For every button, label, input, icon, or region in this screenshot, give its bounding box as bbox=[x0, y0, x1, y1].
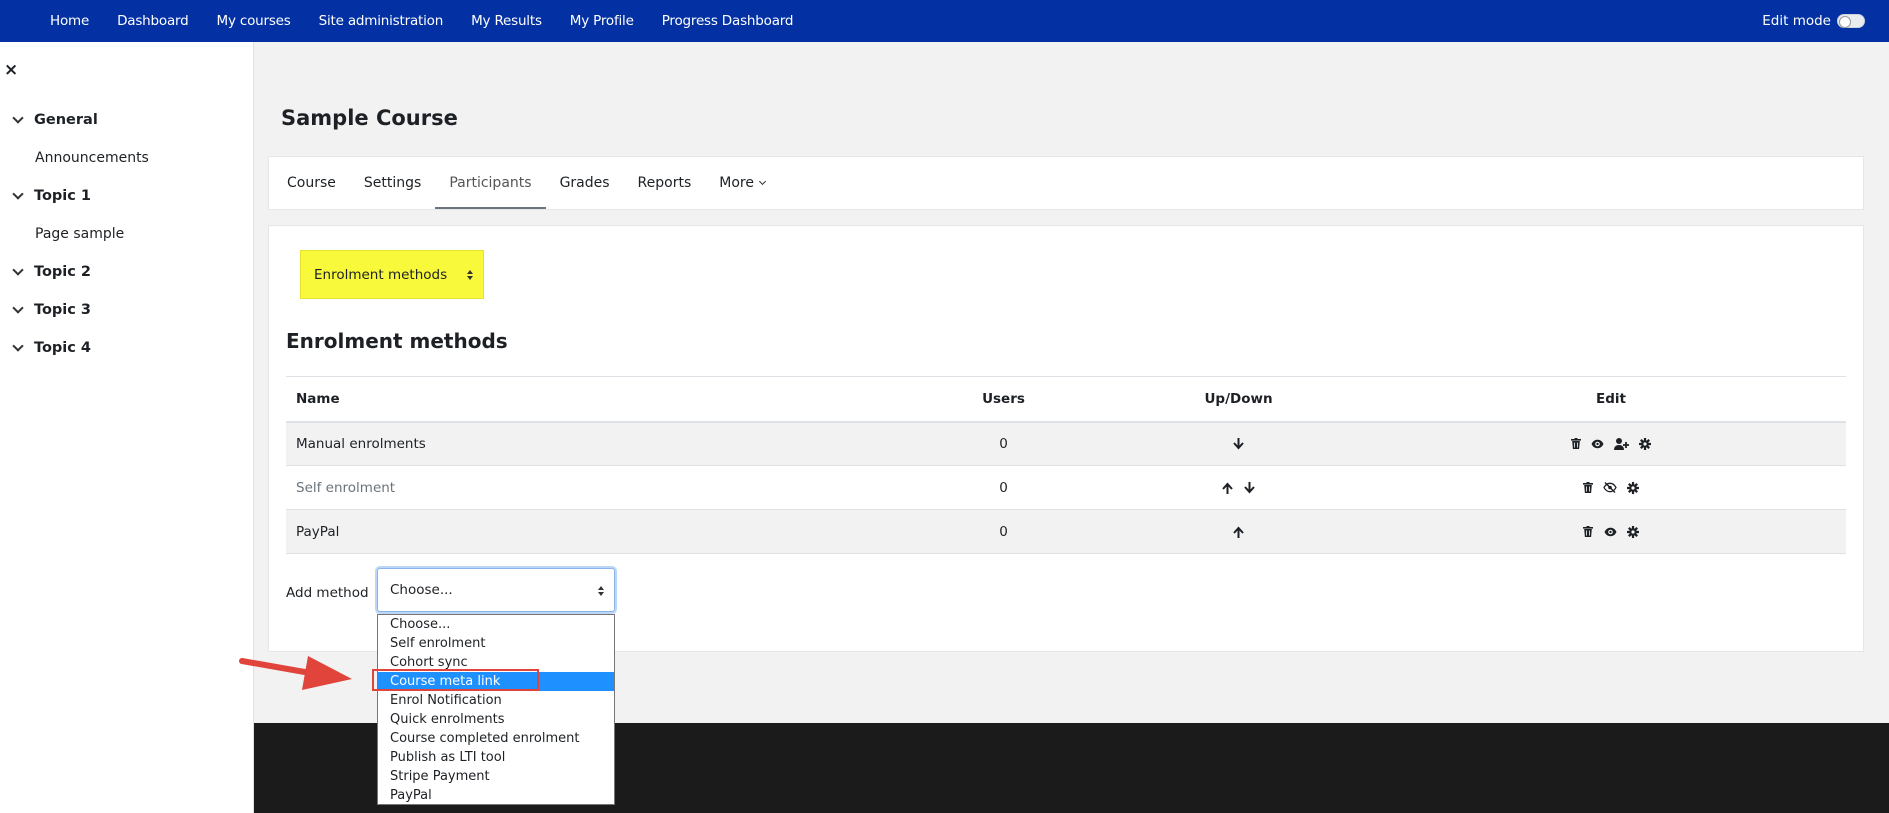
option-self-enrolment[interactable]: Self enrolment bbox=[378, 634, 614, 653]
table-row: Self enrolment 0 bbox=[286, 465, 1846, 510]
option-course-completed-enrolment[interactable]: Course completed enrolment bbox=[378, 729, 614, 748]
tab-settings[interactable]: Settings bbox=[350, 157, 435, 209]
tab-participants[interactable]: Participants bbox=[435, 157, 546, 209]
chevron-down-icon bbox=[12, 263, 24, 276]
method-name: PayPal bbox=[286, 509, 906, 554]
top-navbar: Home Dashboard My courses Site administr… bbox=[0, 0, 1889, 42]
tab-grades[interactable]: Grades bbox=[546, 157, 624, 209]
updown-cell bbox=[1101, 421, 1376, 466]
annotation-arrow-icon bbox=[239, 656, 352, 690]
method-users: 0 bbox=[906, 509, 1101, 554]
option-choose[interactable]: Choose... bbox=[378, 615, 614, 634]
header-edit: Edit bbox=[1376, 376, 1846, 423]
secondary-navigation: Course Settings Participants Grades Repo… bbox=[268, 156, 1864, 210]
option-quick-enrolments[interactable]: Quick enrolments bbox=[378, 710, 614, 729]
activity-page-sample[interactable]: Page sample bbox=[35, 226, 124, 242]
arrow-down-icon[interactable] bbox=[1243, 481, 1255, 494]
gear-icon[interactable] bbox=[1639, 437, 1652, 450]
chevron-down-icon bbox=[12, 339, 24, 352]
add-method-dropdown: Choose... Self enrolment Cohort sync Cou… bbox=[377, 614, 615, 805]
arrow-up-icon[interactable] bbox=[1233, 526, 1244, 538]
add-method-label: Add method bbox=[286, 585, 369, 601]
eye-slash-icon[interactable] bbox=[1603, 482, 1617, 493]
chevron-down-icon bbox=[12, 187, 24, 200]
enrolment-methods-table: Name Users Up/Down Edit Manual enrolment… bbox=[286, 376, 1846, 554]
jump-select-value: Enrolment methods bbox=[314, 266, 448, 283]
nav-progress-dashboard[interactable]: Progress Dashboard bbox=[648, 13, 808, 29]
chevron-down-icon bbox=[758, 177, 767, 186]
method-users: 0 bbox=[906, 465, 1101, 510]
trash-icon[interactable] bbox=[1583, 526, 1594, 537]
method-name: Self enrolment bbox=[286, 465, 906, 510]
section-heading: Enrolment methods bbox=[286, 329, 508, 353]
close-icon[interactable]: × bbox=[4, 60, 18, 80]
option-stripe-payment[interactable]: Stripe Payment bbox=[378, 767, 614, 786]
edit-cell bbox=[1376, 465, 1846, 510]
activity-announcements[interactable]: Announcements bbox=[35, 150, 149, 166]
table-header-row: Name Users Up/Down Edit bbox=[286, 376, 1846, 423]
page-title: Sample Course bbox=[281, 106, 458, 130]
arrow-down-icon[interactable] bbox=[1233, 437, 1244, 450]
chevron-down-icon bbox=[12, 301, 24, 314]
nav-my-results[interactable]: My Results bbox=[457, 13, 556, 29]
section-general[interactable]: General bbox=[12, 111, 98, 128]
option-course-meta-link[interactable]: Course meta link bbox=[378, 672, 614, 691]
eye-icon[interactable] bbox=[1591, 439, 1604, 449]
section-label: Topic 2 bbox=[34, 264, 92, 280]
gear-icon[interactable] bbox=[1627, 481, 1640, 494]
tab-more[interactable]: More bbox=[705, 157, 779, 209]
user-plus-icon[interactable] bbox=[1614, 437, 1630, 450]
option-publish-as-lti-tool[interactable]: Publish as LTI tool bbox=[378, 748, 614, 767]
option-cohort-sync[interactable]: Cohort sync bbox=[378, 653, 614, 672]
arrow-up-icon[interactable] bbox=[1222, 482, 1234, 494]
table-row: PayPal 0 bbox=[286, 509, 1846, 554]
edit-mode-label: Edit mode bbox=[1762, 13, 1831, 29]
edit-cell bbox=[1376, 509, 1846, 554]
section-label: General bbox=[34, 112, 98, 128]
updown-cell bbox=[1101, 465, 1376, 510]
trash-icon[interactable] bbox=[1570, 438, 1581, 450]
nav-my-profile[interactable]: My Profile bbox=[556, 13, 648, 29]
section-topic-4[interactable]: Topic 4 bbox=[12, 339, 92, 356]
option-paypal[interactable]: PayPal bbox=[378, 786, 614, 805]
method-users: 0 bbox=[906, 421, 1101, 466]
section-label: Topic 4 bbox=[34, 340, 92, 356]
select-arrows-icon bbox=[598, 586, 604, 596]
edit-mode-toggle[interactable] bbox=[1837, 14, 1865, 28]
section-label: Topic 1 bbox=[34, 188, 92, 204]
course-index-drawer: × General Announcements Topic 1 Page sam… bbox=[0, 42, 254, 813]
tab-more-label: More bbox=[719, 175, 754, 191]
select-arrows-icon bbox=[467, 270, 473, 280]
edit-cell bbox=[1376, 421, 1846, 466]
nav-my-courses[interactable]: My courses bbox=[203, 13, 305, 29]
header-name: Name bbox=[286, 376, 906, 423]
updown-cell bbox=[1101, 509, 1376, 554]
nav-site-administration[interactable]: Site administration bbox=[305, 13, 457, 29]
chevron-down-icon bbox=[12, 111, 24, 124]
gear-icon[interactable] bbox=[1626, 525, 1639, 538]
add-method-value: Choose... bbox=[390, 582, 453, 598]
method-name: Manual enrolments bbox=[286, 421, 906, 466]
option-enrol-notification[interactable]: Enrol Notification bbox=[378, 691, 614, 710]
section-topic-3[interactable]: Topic 3 bbox=[12, 301, 92, 318]
section-label: Topic 3 bbox=[34, 302, 92, 318]
nav-home[interactable]: Home bbox=[36, 13, 103, 29]
participants-jump-select[interactable]: Enrolment methods bbox=[300, 250, 484, 299]
nav-dashboard[interactable]: Dashboard bbox=[103, 13, 202, 29]
section-topic-1[interactable]: Topic 1 bbox=[12, 187, 92, 204]
add-method-select[interactable]: Choose... bbox=[377, 568, 615, 612]
tab-course[interactable]: Course bbox=[273, 157, 350, 209]
header-users: Users bbox=[906, 376, 1101, 423]
primary-navigation: Home Dashboard My courses Site administr… bbox=[36, 0, 807, 42]
eye-icon[interactable] bbox=[1604, 527, 1617, 537]
header-updown: Up/Down bbox=[1101, 376, 1376, 423]
trash-icon[interactable] bbox=[1582, 482, 1593, 493]
table-row: Manual enrolments 0 bbox=[286, 421, 1846, 466]
tab-reports[interactable]: Reports bbox=[624, 157, 706, 209]
edit-mode-control: Edit mode bbox=[1762, 0, 1865, 42]
section-topic-2[interactable]: Topic 2 bbox=[12, 263, 92, 280]
